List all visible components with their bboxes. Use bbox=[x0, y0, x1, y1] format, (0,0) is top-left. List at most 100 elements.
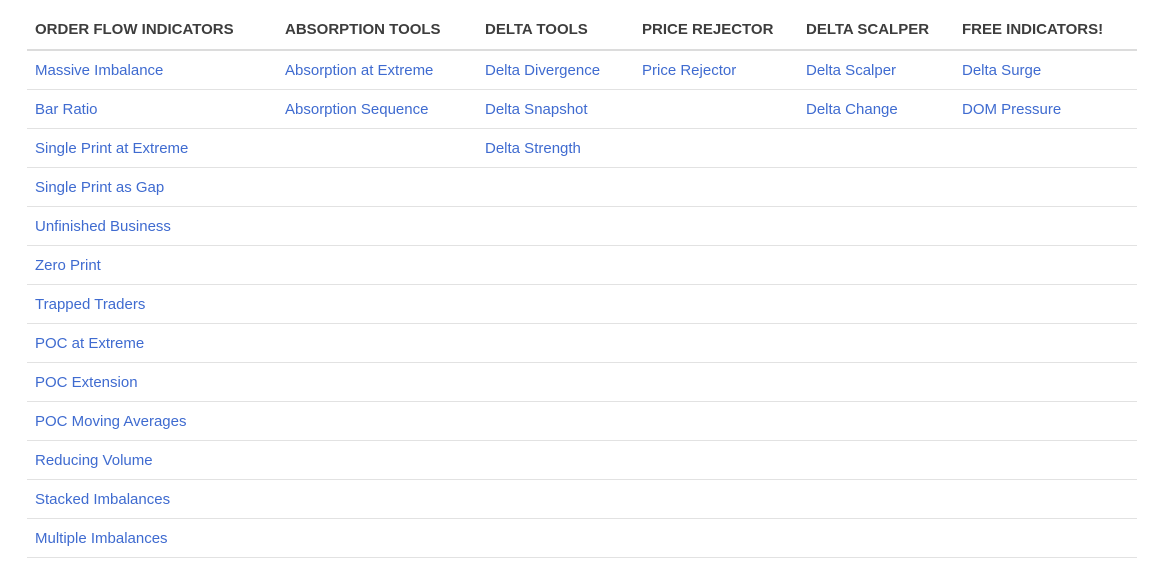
table-cell-delta-tools bbox=[477, 518, 634, 558]
table-cell-price-rejector bbox=[634, 440, 798, 480]
indicator-link[interactable]: DOM Pressure bbox=[962, 101, 1061, 118]
indicator-link[interactable]: Delta Change bbox=[806, 101, 898, 118]
table-cell-order-flow-indicators: POC Moving Averages bbox=[27, 401, 277, 441]
indicator-link[interactable]: Delta Snapshot bbox=[485, 101, 588, 118]
table-cell-order-flow-indicators: Single Print at Extreme bbox=[27, 128, 277, 168]
table-cell-delta-scalper bbox=[798, 167, 954, 207]
table-cell-order-flow-indicators: Trapped Traders bbox=[27, 284, 277, 324]
table-cell-delta-scalper bbox=[798, 479, 954, 519]
table-row: Stacked Imbalances bbox=[27, 479, 1137, 519]
table-cell-price-rejector bbox=[634, 362, 798, 402]
table-cell-free-indicators bbox=[954, 167, 1137, 207]
indicator-link[interactable]: Unfinished Business bbox=[35, 218, 171, 235]
table-cell-delta-scalper: Delta Change bbox=[798, 89, 954, 129]
table-cell-free-indicators: Delta Surge bbox=[954, 50, 1137, 90]
table-cell-order-flow-indicators: Reducing Volume bbox=[27, 440, 277, 480]
table-cell-free-indicators bbox=[954, 284, 1137, 324]
table-cell-price-rejector bbox=[634, 128, 798, 168]
table-cell-delta-tools: Delta Snapshot bbox=[477, 89, 634, 129]
indicator-link[interactable]: Absorption Sequence bbox=[285, 101, 428, 118]
indicator-link[interactable]: Single Print at Extreme bbox=[35, 140, 188, 157]
table-cell-free-indicators bbox=[954, 128, 1137, 168]
table-cell-absorption-tools bbox=[277, 323, 477, 363]
table-row: Bar Ratio Absorption Sequence Delta Snapsh… bbox=[27, 89, 1137, 129]
column-header-price-rejector: PRICE REJECTOR bbox=[634, 10, 798, 51]
table-row: POC Moving Averages bbox=[27, 401, 1137, 441]
table-cell-absorption-tools bbox=[277, 128, 477, 168]
table-cell-absorption-tools bbox=[277, 518, 477, 558]
table-cell-price-rejector bbox=[634, 284, 798, 324]
table-cell-free-indicators bbox=[954, 323, 1137, 363]
indicator-link[interactable]: Stacked Imbalances bbox=[35, 491, 170, 508]
table-cell-absorption-tools bbox=[277, 440, 477, 480]
table-cell-order-flow-indicators: Multiple Imbalances bbox=[27, 518, 277, 558]
table-cell-order-flow-indicators: Unfinished Business bbox=[27, 206, 277, 246]
table-row: Reducing Volume bbox=[27, 440, 1137, 480]
indicator-link[interactable]: Single Print as Gap bbox=[35, 179, 164, 196]
table-cell-delta-scalper bbox=[798, 128, 954, 168]
table-cell-free-indicators bbox=[954, 518, 1137, 558]
table-cell-delta-tools: Delta Divergence bbox=[477, 50, 634, 90]
table-cell-delta-tools bbox=[477, 206, 634, 246]
table-cell-order-flow-indicators: Massive Imbalance bbox=[27, 50, 277, 90]
indicator-link[interactable]: POC at Extreme bbox=[35, 335, 144, 352]
indicator-link[interactable]: Bar Ratio bbox=[35, 101, 98, 118]
indicator-link[interactable]: Delta Strength bbox=[485, 140, 581, 157]
indicator-link[interactable]: Reducing Volume bbox=[35, 452, 153, 469]
table-cell-delta-tools bbox=[477, 323, 634, 363]
table-cell-delta-tools bbox=[477, 362, 634, 402]
table-cell-delta-tools bbox=[477, 284, 634, 324]
table-cell-free-indicators bbox=[954, 206, 1137, 246]
indicator-link[interactable]: Price Rejector bbox=[642, 62, 736, 79]
indicator-link[interactable]: Delta Scalper bbox=[806, 62, 896, 79]
table-cell-order-flow-indicators: Zero Print bbox=[27, 245, 277, 285]
table-cell-price-rejector bbox=[634, 323, 798, 363]
column-header-delta-tools: DELTA TOOLS bbox=[477, 10, 634, 51]
table-cell-delta-tools: Delta Strength bbox=[477, 128, 634, 168]
table-cell-price-rejector bbox=[634, 518, 798, 558]
table-row: POC at Extreme bbox=[27, 323, 1137, 363]
table-cell-price-rejector bbox=[634, 206, 798, 246]
indicator-link[interactable]: Delta Divergence bbox=[485, 62, 600, 79]
indicator-link[interactable]: Trapped Traders bbox=[35, 296, 145, 313]
table-cell-price-rejector bbox=[634, 401, 798, 441]
table-cell-delta-scalper bbox=[798, 440, 954, 480]
header-row: ORDER FLOW INDICATORS ABSORPTION TOOLS D… bbox=[27, 10, 1137, 51]
table-cell-absorption-tools: Absorption Sequence bbox=[277, 89, 477, 129]
table-cell-order-flow-indicators: POC at Extreme bbox=[27, 323, 277, 363]
column-header-absorption-tools: ABSORPTION TOOLS bbox=[277, 10, 477, 51]
table-cell-order-flow-indicators: Single Print as Gap bbox=[27, 167, 277, 207]
table-cell-free-indicators bbox=[954, 401, 1137, 441]
indicator-link[interactable]: Multiple Imbalances bbox=[35, 530, 168, 547]
indicator-link[interactable]: Zero Print bbox=[35, 257, 101, 274]
table-cell-absorption-tools bbox=[277, 401, 477, 441]
table-cell-delta-tools bbox=[477, 167, 634, 207]
table-cell-price-rejector: Price Rejector bbox=[634, 50, 798, 90]
indicator-table: ORDER FLOW INDICATORS ABSORPTION TOOLS D… bbox=[27, 10, 1137, 558]
table-cell-free-indicators bbox=[954, 479, 1137, 519]
table-cell-delta-tools bbox=[477, 479, 634, 519]
table-cell-free-indicators bbox=[954, 245, 1137, 285]
indicator-link[interactable]: POC Extension bbox=[35, 374, 138, 391]
table-cell-delta-scalper bbox=[798, 245, 954, 285]
indicator-link[interactable]: Absorption at Extreme bbox=[285, 62, 433, 79]
indicator-link[interactable]: POC Moving Averages bbox=[35, 413, 186, 430]
table-cell-absorption-tools bbox=[277, 362, 477, 402]
table-cell-delta-tools bbox=[477, 245, 634, 285]
indicator-link[interactable]: Delta Surge bbox=[962, 62, 1041, 79]
table-cell-absorption-tools bbox=[277, 284, 477, 324]
table-row: Trapped Traders bbox=[27, 284, 1137, 324]
table-cell-delta-scalper bbox=[798, 323, 954, 363]
table-cell-absorption-tools bbox=[277, 167, 477, 207]
table-cell-delta-scalper bbox=[798, 518, 954, 558]
table-cell-delta-scalper bbox=[798, 206, 954, 246]
table-cell-order-flow-indicators: POC Extension bbox=[27, 362, 277, 402]
table-cell-delta-scalper bbox=[798, 401, 954, 441]
indicator-link[interactable]: Massive Imbalance bbox=[35, 62, 163, 79]
table-cell-absorption-tools bbox=[277, 479, 477, 519]
table-cell-order-flow-indicators: Bar Ratio bbox=[27, 89, 277, 129]
table-cell-delta-tools bbox=[477, 401, 634, 441]
table-cell-order-flow-indicators: Stacked Imbalances bbox=[27, 479, 277, 519]
column-header-free-indicators: FREE INDICATORS! bbox=[954, 10, 1137, 51]
table-row: POC Extension bbox=[27, 362, 1137, 402]
